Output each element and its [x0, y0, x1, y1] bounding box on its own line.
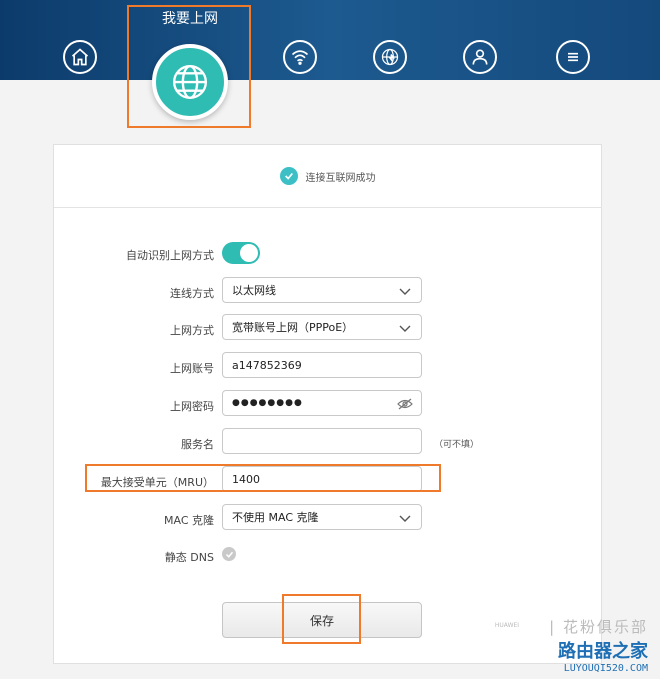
connection-status: 连接互联网成功 [54, 167, 601, 185]
account-input[interactable]: a147852369 [222, 352, 422, 378]
watermark-brand: | 花粉俱乐部 [549, 618, 648, 636]
internet-settings-card: 连接互联网成功 自动识别上网方式 连线方式 以太网线 上网方式 宽带账号上网（P… [53, 144, 602, 664]
mac-label: MAC 克隆 [164, 514, 214, 527]
watermark-logo: 路由器之家 [558, 641, 648, 662]
service-input[interactable] [222, 428, 422, 454]
watermark-url: LUYOUQI520.COM [563, 663, 648, 674]
password-input[interactable]: ●●●●●●●● [222, 390, 422, 416]
chevron-down-icon [399, 515, 411, 522]
access-value: 宽带账号上网（PPPoE） [232, 321, 354, 334]
status-text: 连接互联网成功 [305, 172, 376, 184]
chevron-down-icon [399, 288, 411, 295]
chevron-down-icon [399, 325, 411, 332]
service-label: 服务名 [181, 438, 214, 451]
huawei-logo: HUAWEI [494, 622, 520, 629]
globe-settings-icon[interactable] [373, 40, 407, 74]
home-icon[interactable] [63, 40, 97, 74]
wifi-icon[interactable] [283, 40, 317, 74]
dns-checkbox[interactable] [222, 547, 236, 561]
service-hint: （可不填） [434, 440, 480, 450]
mru-label: 最大接受单元（MRU） [100, 476, 214, 489]
internet-tab-globe-icon[interactable] [152, 44, 228, 120]
check-icon [225, 551, 233, 558]
divider [54, 207, 601, 208]
account-value: a147852369 [232, 358, 302, 372]
access-label: 上网方式 [170, 324, 214, 337]
mru-input[interactable]: 1400 [222, 466, 422, 492]
mac-select[interactable]: 不使用 MAC 克隆 [222, 504, 422, 530]
toggle-knob [240, 244, 258, 262]
auto-detect-toggle[interactable] [222, 242, 260, 264]
auto-detect-label: 自动识别上网方式 [126, 249, 214, 262]
password-value: ●●●●●●●● [232, 398, 303, 408]
watermark: | 花粉俱乐部 路由器之家 LUYOUQI520.COM [549, 616, 648, 674]
eye-hidden-icon[interactable] [397, 398, 413, 410]
connection-select[interactable]: 以太网线 [222, 277, 422, 303]
check-icon [279, 167, 298, 185]
mru-value: 1400 [232, 472, 260, 486]
connection-label: 连线方式 [170, 287, 214, 300]
access-select[interactable]: 宽带账号上网（PPPoE） [222, 314, 422, 340]
nav-active-title: 我要上网 [162, 11, 218, 27]
save-button[interactable]: 保存 [222, 602, 422, 638]
connection-value: 以太网线 [232, 284, 276, 297]
password-label: 上网密码 [170, 400, 214, 413]
user-icon[interactable] [463, 40, 497, 74]
mac-value: 不使用 MAC 克隆 [232, 511, 319, 524]
account-label: 上网账号 [170, 362, 214, 375]
menu-icon[interactable] [556, 40, 590, 74]
dns-label: 静态 DNS [164, 551, 214, 564]
